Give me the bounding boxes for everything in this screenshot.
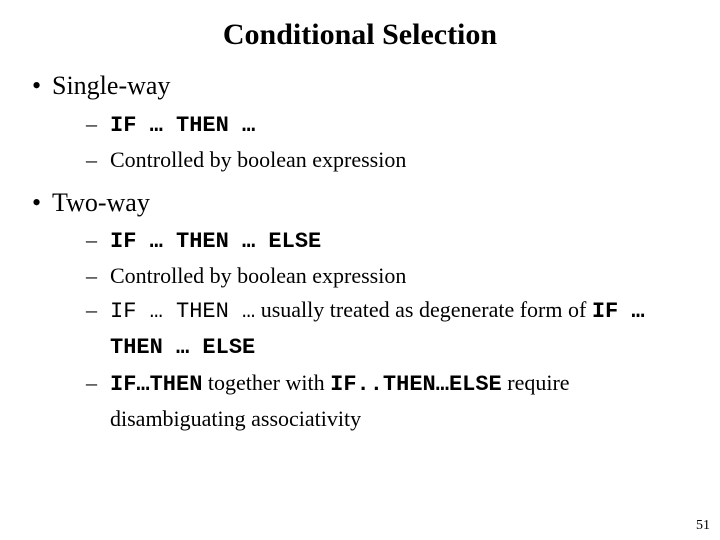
bullet-item: Two-way IF … THEN … ELSE Controlled by boo…: [28, 187, 692, 436]
page-number: 51: [696, 518, 710, 534]
sub-bullet-item: Controlled by boolean expression: [52, 143, 692, 177]
sub-bullet-list: IF … THEN … Controlled by boolean express…: [52, 107, 692, 177]
slide: Conditional Selection Single-way IF … THE…: [0, 0, 720, 540]
sub-bullet-item: IF … THEN … usually treated as degenerat…: [52, 293, 692, 365]
text-run: Controlled by boolean expression: [110, 147, 406, 172]
text-run: usually treated as degenerate form of: [255, 297, 592, 322]
bullet-label: Single-way: [52, 71, 170, 100]
bullet-item: Single-way IF … THEN … Controlled by boole…: [28, 70, 692, 177]
text-run: IF…THEN: [110, 372, 202, 397]
sub-bullet-item: IF…THEN together with IF..THEN…ELSE requ…: [52, 366, 692, 436]
text-run: IF … THEN …: [110, 299, 255, 324]
slide-title: Conditional Selection: [28, 18, 692, 52]
text-run: IF … THEN …: [110, 113, 255, 138]
bullet-label: Two-way: [52, 188, 150, 217]
sub-bullet-item: Controlled by boolean expression: [52, 259, 692, 293]
text-run: together with: [202, 370, 330, 395]
sub-bullet-item: IF … THEN …: [52, 107, 692, 143]
text-run: IF … THEN … ELSE: [110, 229, 321, 254]
text-run: IF..THEN…ELSE: [330, 372, 502, 397]
text-run: Controlled by boolean expression: [110, 263, 406, 288]
sub-bullet-item: IF … THEN … ELSE: [52, 223, 692, 259]
sub-bullet-list: IF … THEN … ELSE Controlled by boolean ex…: [52, 223, 692, 436]
bullet-list: Single-way IF … THEN … Controlled by boole…: [28, 70, 692, 436]
